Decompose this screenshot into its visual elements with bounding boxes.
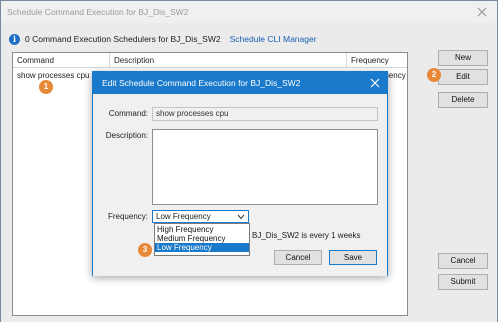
command-label: Command: bbox=[108, 109, 148, 118]
new-button[interactable]: New bbox=[438, 50, 488, 66]
schedule-cli-manager-link[interactable]: Schedule CLI Manager bbox=[230, 34, 317, 44]
delete-button[interactable]: Delete bbox=[438, 92, 488, 108]
edit-schedule-dialog: Edit Schedule Command Execution for BJ_D… bbox=[92, 71, 388, 276]
frequency-select[interactable]: Low Frequency bbox=[152, 210, 249, 223]
description-textarea[interactable] bbox=[152, 129, 378, 205]
column-header-description[interactable]: Description bbox=[110, 53, 347, 68]
frequency-selected-value: Low Frequency bbox=[156, 212, 211, 221]
description-label: Description: bbox=[105, 131, 148, 140]
column-header-command[interactable]: Command bbox=[13, 53, 110, 68]
command-field: show processes cpu bbox=[152, 107, 378, 121]
chevron-down-icon bbox=[237, 214, 245, 220]
cancel-button[interactable]: Cancel bbox=[438, 253, 488, 269]
scheduler-count-text: 0 Command Execution Schedulers for BJ_Di… bbox=[25, 34, 221, 44]
info-icon: i bbox=[9, 33, 20, 45]
submit-button[interactable]: Submit bbox=[438, 274, 488, 290]
info-row: i 0 Command Execution Schedulers for BJ_… bbox=[9, 32, 317, 46]
frequency-label: Frequency: bbox=[107, 212, 148, 221]
column-header-frequency[interactable]: Frequency bbox=[347, 53, 408, 68]
option-medium-frequency[interactable]: Medium Frequency bbox=[155, 234, 249, 243]
window-title: Schedule Command Execution for BJ_Dis_SW… bbox=[1, 1, 497, 23]
step-badge-2: 2 bbox=[427, 68, 441, 82]
edit-button[interactable]: Edit bbox=[438, 69, 488, 85]
close-icon[interactable] bbox=[369, 77, 381, 89]
dialog-title: Edit Schedule Command Execution for BJ_D… bbox=[93, 72, 387, 94]
dialog-save-button[interactable]: Save bbox=[329, 250, 377, 265]
frequency-hint-text: BJ_Dis_SW2 is every 1 weeks bbox=[252, 231, 361, 240]
frequency-dropdown: High Frequency Medium Frequency Low Freq… bbox=[154, 223, 250, 256]
step-badge-1: 1 bbox=[39, 80, 53, 94]
cell-command: show processes cpu bbox=[17, 71, 90, 80]
table-header: Command Description Frequency bbox=[13, 53, 407, 68]
step-badge-3: 3 bbox=[138, 243, 152, 257]
option-low-frequency[interactable]: Low Frequency bbox=[155, 243, 249, 252]
dialog-cancel-button[interactable]: Cancel bbox=[274, 250, 322, 265]
close-icon[interactable] bbox=[475, 5, 489, 19]
option-high-frequency[interactable]: High Frequency bbox=[155, 225, 249, 234]
